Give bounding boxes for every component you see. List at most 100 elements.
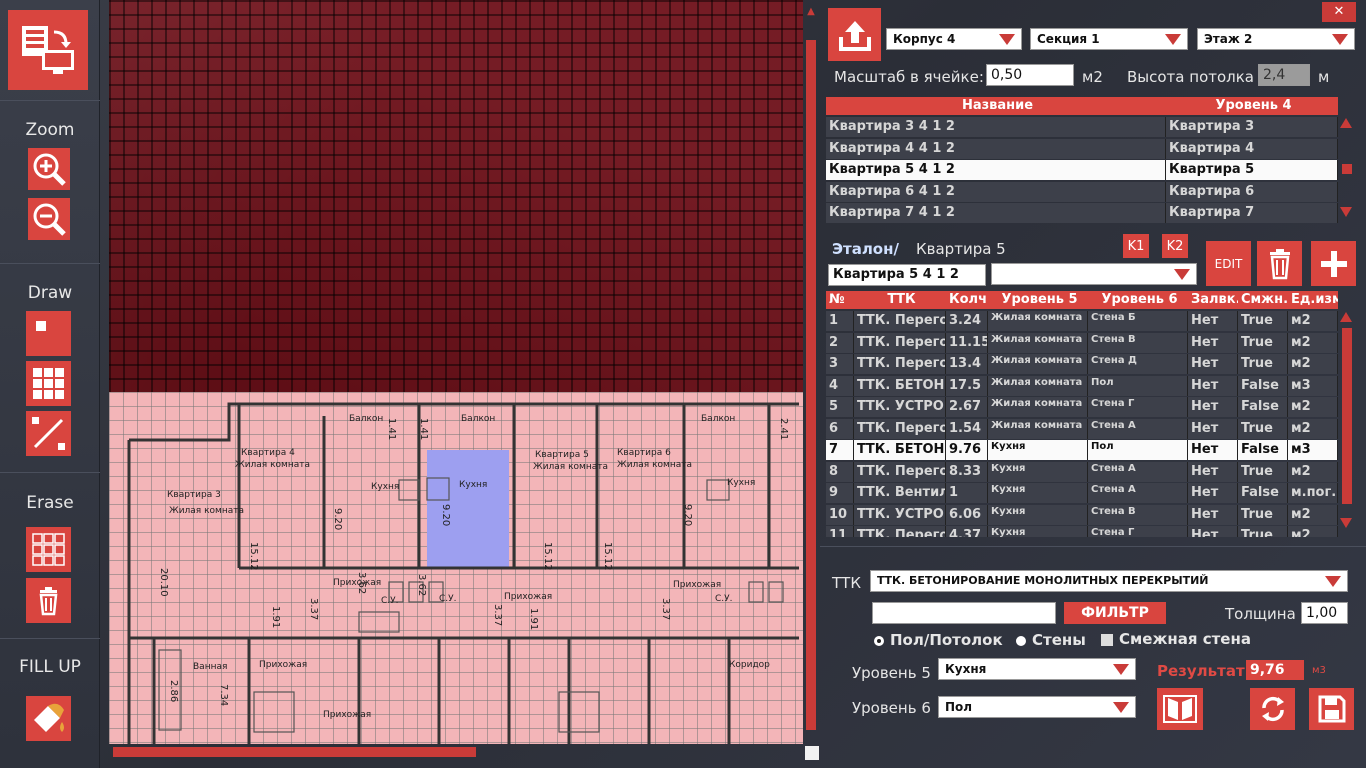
chevron-down-icon <box>1113 702 1129 713</box>
ttk-row[interactable]: 10 ТТК. УСТРОЙ 6.06 Кухня Стена В Нет True м2 <box>826 504 1338 525</box>
ttk-adjacent-cell: True <box>1238 504 1288 525</box>
chevron-down-icon <box>1325 576 1341 587</box>
ttk-number-cell: 10 <box>826 504 854 525</box>
ttk-quantity-cell: 17.5 <box>946 375 988 396</box>
k1-button[interactable]: K1 <box>1123 234 1149 258</box>
toolbar-divider <box>0 638 100 639</box>
erase-all-button[interactable] <box>26 578 71 623</box>
export-to-screen-button[interactable] <box>8 10 88 90</box>
ttk-row[interactable]: 6ТТК. Перегор1.54Жилая комнатаСтена АНет… <box>826 418 1338 439</box>
ttk-zalvk-cell: Нет <box>1188 418 1238 439</box>
door-window-button[interactable] <box>1157 688 1203 730</box>
etalon-select[interactable] <box>991 263 1197 285</box>
apartment-row[interactable]: Квартира 5 4 1 2 Квартира 5 <box>826 160 1338 180</box>
ttk-zalvk-cell: Нет <box>1188 311 1238 331</box>
draw-cell-button[interactable] <box>26 311 71 356</box>
zoom-out-button[interactable] <box>26 196 71 241</box>
upload-icon <box>838 20 871 51</box>
ttk-table-header: № ТТК Колч. Уровень 5 Уровень 6 Залвк. Смжн. Ед… <box>826 291 1338 309</box>
close-button[interactable]: ✕ <box>1322 2 1356 22</box>
ttk-row[interactable]: 2ТТК. Перегор11.15Жилая комнатаСтена ВНе… <box>826 332 1338 353</box>
apartment-row[interactable]: Квартира 6 4 1 2 Квартира 6 <box>826 181 1338 202</box>
k2-button[interactable]: K2 <box>1162 234 1188 258</box>
thickness-input[interactable]: 1,00 <box>1301 602 1348 624</box>
canvas-vertical-scrollbar[interactable] <box>806 40 816 730</box>
drawing-canvas[interactable]: Балкон Балкон Балкон Квартира 4 Жилая комнат… <box>109 0 803 744</box>
apartment-name-cell: Квартира 6 4 1 2 <box>826 181 1166 202</box>
apartments-scroll-thumb[interactable] <box>1342 164 1352 174</box>
apartment-row[interactable]: Квартира 7 4 1 2 Квартира 7 <box>826 203 1338 223</box>
zoom-in-button[interactable] <box>26 146 71 191</box>
plan-dimension-label: 1.91 <box>270 606 281 629</box>
section-select[interactable]: Секция 1 <box>1030 28 1188 50</box>
fill-up-button[interactable] <box>26 696 71 741</box>
ttk-level5-cell: Кухня <box>988 461 1088 482</box>
filter-input[interactable] <box>872 602 1056 624</box>
delete-button[interactable] <box>1257 241 1302 286</box>
etalon-label: Эталон/ <box>832 240 899 258</box>
ttk-row[interactable]: 1ТТК. Перегор3.24Жилая комнатаСтена БНет… <box>826 311 1338 331</box>
ttk-scroll-thumb[interactable] <box>1342 328 1352 504</box>
chevron-up-icon <box>1340 312 1352 322</box>
draw-line-button[interactable] <box>26 411 71 456</box>
etalon-name-input[interactable]: Квартира 5 4 1 2 <box>828 264 986 286</box>
level6-select[interactable]: Пол <box>938 696 1136 718</box>
apartments-scroll-up[interactable] <box>1340 118 1352 128</box>
apartment-level4-cell: Квартира 3 <box>1166 117 1338 137</box>
adjacent-wall-checkbox[interactable]: Смежная стена <box>1101 630 1251 648</box>
ttk-ttk-cell: ТТК. Перегор <box>854 526 946 537</box>
edit-button[interactable]: EDIT <box>1206 241 1251 286</box>
ttk-scroll-up[interactable] <box>1340 312 1352 322</box>
plan-dimension-label: 1.41 <box>418 418 429 441</box>
upload-button[interactable] <box>828 8 881 61</box>
floor-select[interactable]: Этаж 2 <box>1197 28 1355 50</box>
level5-select[interactable]: Кухня <box>938 658 1136 680</box>
ttk-label: ТТК <box>832 574 861 592</box>
ttk-select[interactable]: ТТК. БЕТОНИРОВАНИЕ МОНОЛИТНЫХ ПЕРЕКРЫТИЙ <box>870 570 1348 592</box>
scale-input[interactable]: 0,50 <box>986 64 1074 86</box>
apartments-table-header: Название Уровень 4 <box>826 97 1338 115</box>
canvas-horizontal-scrollbar[interactable] <box>113 747 476 757</box>
diagonal-line-icon <box>32 417 65 450</box>
ttk-quantity-cell: 13.4 <box>946 354 988 374</box>
ttk-number-cell: 4 <box>826 375 854 396</box>
ttk-quantity-cell: 11.15 <box>946 332 988 353</box>
plan-dimension-label: 7.34 <box>218 684 229 707</box>
ttk-level6-cell: Стена А <box>1088 461 1188 482</box>
ttk-number-cell: 8 <box>826 461 854 482</box>
radio-floor-ceiling[interactable]: Пол/Потолок <box>874 631 1003 649</box>
plan-room-label: Кухня <box>371 482 400 492</box>
korpus-select[interactable]: Корпус 4 <box>886 28 1022 50</box>
save-button[interactable] <box>1309 688 1354 730</box>
column-header-level5: Уровень 5 <box>1001 292 1078 307</box>
refresh-button[interactable] <box>1250 688 1295 730</box>
floor-plan[interactable]: Балкон Балкон Балкон Квартира 4 Жилая комнат… <box>109 392 803 744</box>
ttk-scroll-down[interactable] <box>1340 518 1352 528</box>
ttk-row[interactable]: 8ТТК. Перегор8.33КухняСтена АНетTrueм2 <box>826 461 1338 482</box>
plan-dimension-label: 3.37 <box>660 598 671 621</box>
ttk-level6-cell: Стена Б <box>1088 311 1188 331</box>
ttk-row[interactable]: 5 ТТК. УСТРОЙ 2.67 Жилая комната Стена Г Нет F… <box>826 397 1338 417</box>
add-button[interactable] <box>1311 241 1356 286</box>
ttk-row[interactable]: 7 ТТК. БЕТОНИ 9.76 Кухня Пол Нет False м3 <box>826 440 1338 460</box>
plan-room-label: Кухня <box>459 480 488 490</box>
ttk-row[interactable]: 3ТТК. Перегор13.4Жилая комнатаСтена ДНет… <box>826 354 1338 374</box>
radio-walls[interactable]: Стены <box>1016 631 1086 649</box>
draw-grid-button[interactable] <box>26 361 71 406</box>
plan-room-label: Прихожая <box>323 710 372 720</box>
apartment-row[interactable]: Квартира 3 4 1 2 Квартира 3 <box>826 117 1338 137</box>
etalon-value: Квартира 5 <box>916 240 1006 258</box>
erase-grid-button[interactable] <box>26 527 71 572</box>
filter-button[interactable]: ФИЛЬТР <box>1064 602 1166 624</box>
apartment-level4-cell: Квартира 7 <box>1166 203 1338 223</box>
result-unit: м3 <box>1312 665 1326 676</box>
apartments-scroll-down[interactable] <box>1340 207 1352 217</box>
ttk-level6-cell: Стена Д <box>1088 354 1188 374</box>
toolbar-divider <box>0 472 100 473</box>
canvas-scroll-up-arrow[interactable]: ▲ <box>804 6 818 17</box>
ttk-row[interactable]: 11ТТК. Перегор4.37КухняСтена ГНетTrueм2 <box>826 526 1338 537</box>
ttk-quantity-cell: 9.76 <box>946 440 988 460</box>
apartment-row[interactable]: Квартира 4 4 1 2 Квартира 4 <box>826 138 1338 159</box>
ttk-row[interactable]: 4 ТТК. БЕТОНИ 17.5 Жилая комната Пол Нет False… <box>826 375 1338 396</box>
ttk-row[interactable]: 9 ТТК. Вентил 1 Кухня Стена А Нет False м.пог. <box>826 483 1338 503</box>
